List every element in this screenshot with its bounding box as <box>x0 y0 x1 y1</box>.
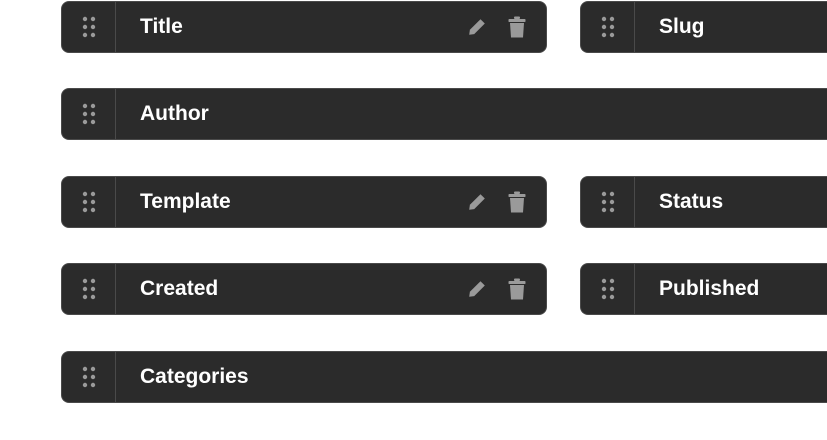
field-slug[interactable]: Slug <box>580 1 827 53</box>
trash-icon <box>508 16 526 38</box>
edit-button[interactable] <box>466 190 488 214</box>
edit-button[interactable] <box>466 277 488 301</box>
drag-handle[interactable] <box>581 177 635 227</box>
drag-handle[interactable] <box>62 352 116 402</box>
drag-handle[interactable] <box>62 264 116 314</box>
delete-button[interactable] <box>506 15 528 39</box>
drag-handle[interactable] <box>581 264 635 314</box>
field-created[interactable]: Created <box>61 263 547 315</box>
pencil-icon <box>469 281 485 297</box>
field-categories[interactable]: Categories <box>61 351 827 403</box>
drag-handle-icon <box>82 191 95 213</box>
field-label: Template <box>140 190 231 213</box>
drag-handle-icon <box>82 278 95 300</box>
trash-icon <box>508 278 526 300</box>
drag-handle-icon <box>82 16 95 38</box>
drag-handle[interactable] <box>62 177 116 227</box>
field-actions <box>466 277 546 301</box>
delete-button[interactable] <box>506 277 528 301</box>
drag-handle-icon <box>601 16 614 38</box>
field-published[interactable]: Published <box>580 263 827 315</box>
trash-icon <box>508 191 526 213</box>
field-label: Title <box>140 15 183 38</box>
field-label: Author <box>140 102 209 125</box>
field-label: Published <box>659 277 760 300</box>
drag-handle-icon <box>82 103 95 125</box>
field-author[interactable]: Author <box>61 88 827 140</box>
drag-handle-icon <box>601 191 614 213</box>
field-actions <box>466 190 546 214</box>
drag-handle[interactable] <box>62 2 116 52</box>
drag-handle[interactable] <box>62 89 116 139</box>
field-label: Status <box>659 190 724 213</box>
drag-handle[interactable] <box>581 2 635 52</box>
field-layout-canvas: Title Slug Author Template Status Create… <box>0 0 827 440</box>
field-template[interactable]: Template <box>61 176 547 228</box>
drag-handle-icon <box>601 278 614 300</box>
edit-button[interactable] <box>466 15 488 39</box>
field-label: Created <box>140 277 219 300</box>
pencil-icon <box>469 194 485 210</box>
field-status[interactable]: Status <box>580 176 827 228</box>
field-actions <box>466 15 546 39</box>
drag-handle-icon <box>82 366 95 388</box>
field-label: Categories <box>140 365 249 388</box>
field-title[interactable]: Title <box>61 1 547 53</box>
pencil-icon <box>469 19 485 35</box>
delete-button[interactable] <box>506 190 528 214</box>
field-label: Slug <box>659 15 705 38</box>
